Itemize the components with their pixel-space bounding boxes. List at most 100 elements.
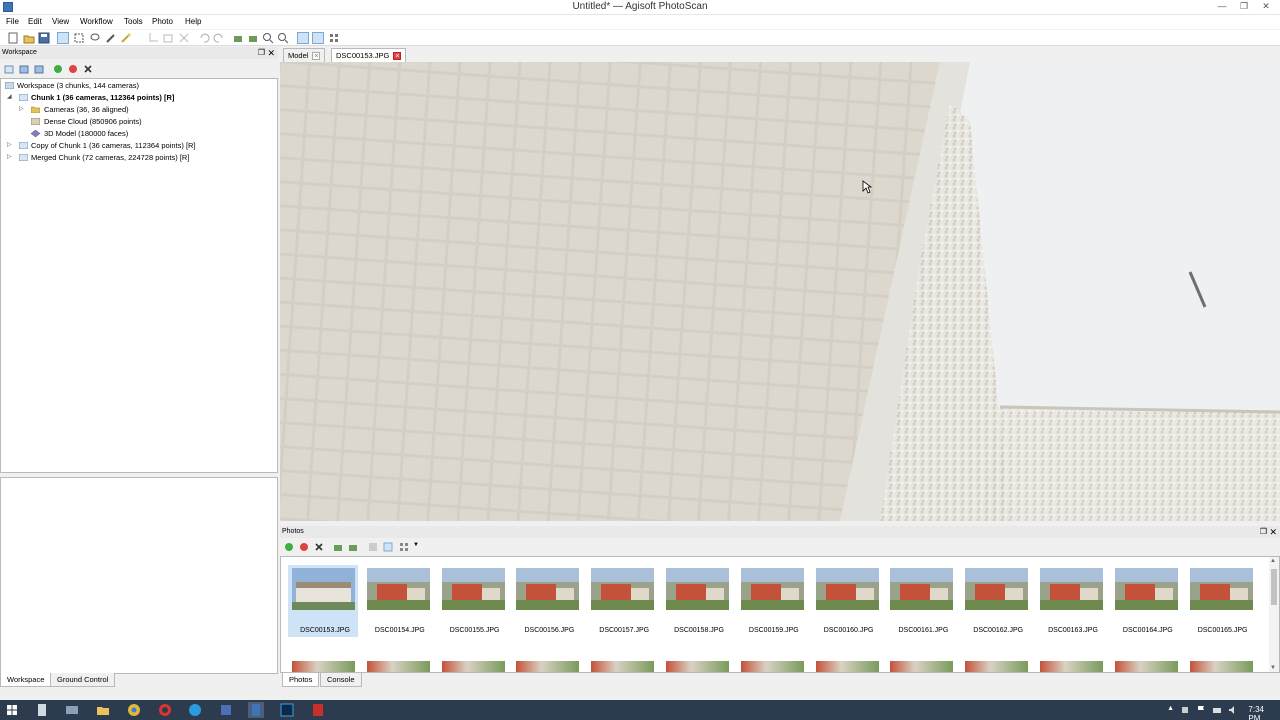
menu-photo[interactable]: Photo [150, 16, 175, 27]
photoshop-icon[interactable] [279, 702, 295, 718]
close-tab-icon[interactable]: × [393, 52, 402, 61]
photoscan-taskbar-icon[interactable] [248, 702, 264, 718]
enable-icon[interactable] [53, 64, 63, 74]
photo-thumbnail[interactable]: DSC00156.JPG [512, 565, 582, 637]
photo-thumbnail[interactable]: DSC00163.JPG [1036, 565, 1106, 637]
tree-node-merged-chunk[interactable]: ▷ Merged Chunk (72 cameras, 224728 point… [5, 153, 189, 162]
close-panel-icon[interactable]: ✕ [1269, 526, 1277, 538]
disable-icon[interactable] [68, 64, 78, 74]
new-icon[interactable] [7, 32, 19, 44]
explorer-icon[interactable] [95, 702, 111, 718]
photo-thumbnail[interactable]: DSC00165.JPG [1186, 565, 1256, 637]
photo-thumbnail[interactable]: DSC00153.JPG [288, 565, 358, 637]
close-tab-icon[interactable]: × [312, 52, 321, 61]
tab-ground-control[interactable]: Ground Control [50, 673, 116, 687]
photo-thumbnail[interactable]: DSC00157.JPG [587, 565, 657, 637]
photo-thumbnail-partial[interactable] [516, 661, 580, 672]
network-icon[interactable] [64, 702, 80, 718]
photo-thumbnail[interactable]: DSC00159.JPG [737, 565, 807, 637]
pencil-icon[interactable] [105, 32, 117, 44]
photo-thumbnail-partial[interactable] [1040, 661, 1103, 672]
collapse-icon[interactable]: ◢ [7, 93, 12, 100]
close-panel-icon[interactable]: ✕ [267, 47, 275, 59]
photo-thumbnail-partial[interactable] [591, 661, 655, 672]
enable-camera-icon[interactable] [284, 542, 294, 552]
add-photos-icon[interactable] [19, 64, 29, 74]
photo-viewport[interactable] [280, 62, 1280, 521]
photo-thumbnail[interactable]: DSC00161.JPG [886, 565, 956, 637]
photo-thumbnail-partial[interactable] [441, 661, 505, 672]
photo-thumbnail-partial[interactable] [1114, 661, 1178, 672]
lasso-select-icon[interactable] [89, 32, 101, 44]
photo-thumbnail-partial[interactable] [815, 661, 879, 672]
rotate-right-icon[interactable] [247, 32, 259, 44]
open-icon[interactable] [23, 32, 35, 44]
view-mode-icon[interactable] [399, 542, 409, 552]
tree-node-3d-model[interactable]: 3D Model (180000 faces) [5, 129, 128, 138]
scroll-thumb[interactable] [1271, 569, 1277, 605]
photo-thumbnail[interactable]: DSC00162.JPG [961, 565, 1031, 637]
photo-thumbnail-partial[interactable] [1189, 661, 1253, 672]
apply-masks-icon[interactable] [368, 542, 378, 552]
undo-icon[interactable] [198, 32, 210, 44]
scroll-up-icon[interactable]: ▲ [1270, 558, 1276, 564]
menu-help[interactable]: Help [183, 16, 203, 27]
tab-workspace[interactable]: Workspace [0, 673, 52, 687]
tree-node-dense-cloud[interactable]: Dense Cloud (850906 points) [5, 117, 142, 126]
tree-node-chunk1[interactable]: ◢ Chunk 1 (36 cameras, 112364 points) [R… [5, 93, 174, 102]
minimize-icon[interactable]: — [1212, 1, 1232, 13]
network-status-icon[interactable] [1212, 705, 1222, 715]
photo-thumbnail-partial[interactable] [666, 661, 729, 672]
photo-thumbnail-partial[interactable] [890, 661, 954, 672]
expand-icon[interactable]: ▷ [19, 105, 24, 112]
start-icon[interactable] [4, 702, 20, 718]
tree-node-workspace[interactable]: Workspace (3 chunks, 144 cameras) [5, 81, 139, 90]
remove-camera-icon[interactable] [314, 542, 324, 552]
expand-icon[interactable]: ▷ [7, 141, 12, 148]
restore-icon[interactable]: ❐ [1234, 1, 1254, 13]
photo-thumbnail-partial[interactable] [965, 661, 1029, 672]
grid-icon[interactable] [328, 32, 340, 44]
float-panel-icon[interactable]: ❐ [258, 47, 265, 59]
photo-thumbnail[interactable]: DSC00155.JPG [438, 565, 508, 637]
zoom-out-icon[interactable] [277, 32, 289, 44]
navigation-tool-icon[interactable] [57, 32, 69, 44]
close-window-icon[interactable]: ✕ [1256, 1, 1276, 13]
menu-file[interactable]: File [4, 16, 21, 27]
show-image-icon[interactable] [297, 32, 309, 44]
tree-node-copy-chunk[interactable]: ▷ Copy of Chunk 1 (36 cameras, 112364 po… [5, 141, 196, 150]
photo-thumbnail-partial[interactable] [366, 661, 430, 672]
photo-thumbnail-partial[interactable] [740, 661, 804, 672]
menu-edit[interactable]: Edit [26, 16, 44, 27]
delete-selection-icon[interactable] [162, 32, 174, 44]
clock[interactable]: 7:34 PM [1248, 705, 1264, 720]
zoom-in-icon[interactable] [262, 32, 274, 44]
rect-select-icon[interactable] [73, 32, 85, 44]
app-blue-icon[interactable] [218, 702, 234, 718]
crop-icon[interactable] [147, 32, 159, 44]
save-icon[interactable] [38, 32, 50, 44]
tray-icon[interactable] [1180, 705, 1190, 715]
redo-icon[interactable] [213, 32, 225, 44]
cut-icon[interactable] [178, 32, 190, 44]
remove-icon[interactable] [83, 64, 93, 74]
expand-icon[interactable]: ▷ [7, 153, 12, 160]
photo-thumbnail[interactable]: DSC00160.JPG [812, 565, 882, 637]
photos-scrollbar[interactable]: ▲ ▼ [1269, 557, 1279, 672]
menu-workflow[interactable]: Workflow [78, 16, 115, 27]
rotate-left-icon[interactable] [232, 32, 244, 44]
tab-model[interactable]: Model × [283, 48, 326, 62]
tab-console[interactable]: Console [320, 673, 362, 687]
tray-arrow-icon[interactable]: ▲ [1167, 705, 1174, 712]
photo-thumbnail[interactable]: DSC00164.JPG [1111, 565, 1181, 637]
show-markers-icon[interactable] [312, 32, 324, 44]
opera-icon[interactable] [157, 702, 173, 718]
show-masks-icon[interactable] [383, 542, 393, 552]
acrobat-icon[interactable] [310, 702, 326, 718]
rotate-left-icon[interactable] [333, 542, 343, 552]
float-panel-icon[interactable]: ❐ [1260, 526, 1267, 538]
file-icon[interactable] [34, 702, 50, 718]
magic-wand-icon[interactable] [120, 32, 132, 44]
add-chunk-icon[interactable] [4, 64, 14, 74]
volume-icon[interactable] [1228, 705, 1238, 715]
